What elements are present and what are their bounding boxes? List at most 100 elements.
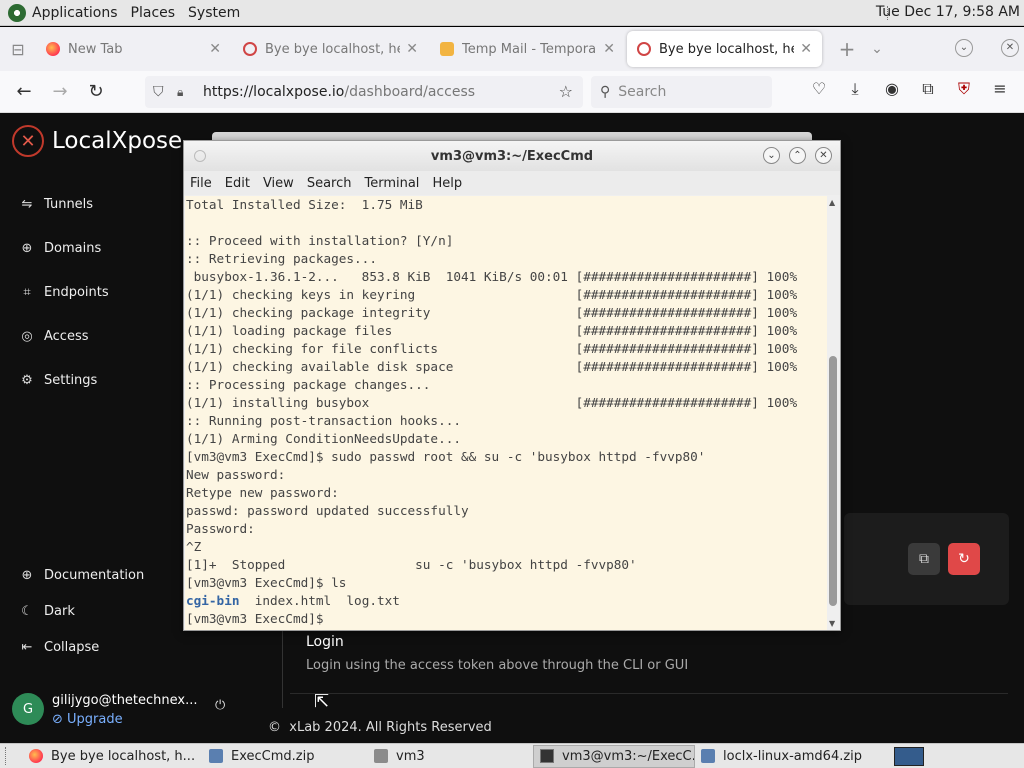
tab-label: Bye bye localhost, hell <box>659 41 795 57</box>
back-icon[interactable]: ← <box>6 81 42 102</box>
brand[interactable]: ✕ LocalXpose <box>12 125 182 157</box>
scroll-thumb[interactable] <box>829 356 837 606</box>
menu-help[interactable]: Help <box>432 176 462 191</box>
search-input[interactable]: ⚲ Search <box>591 76 772 108</box>
top-panel: Applications Places System Tue Dec 17, 9… <box>0 0 1024 26</box>
taskbar-item-label: ExecCmd.zip <box>231 748 315 764</box>
terminal-line: (1/1) checking package integrity [######… <box>186 305 798 320</box>
login-section-title: Login <box>306 634 344 650</box>
menu-edit[interactable]: Edit <box>225 176 250 191</box>
taskbar-item-execcmd-zip[interactable]: ExecCmd.zip <box>203 745 368 768</box>
refresh-icon: ↻ <box>958 551 970 567</box>
terminal-line: :: Running post-transaction hooks... <box>186 413 461 428</box>
sidebar-item-documentation[interactable]: ⊕ Documentation <box>20 568 145 583</box>
sidebar-item-dark[interactable]: ☾ Dark <box>20 604 75 619</box>
url-bar[interactable]: ⛉ 🔒︎ https://localxpose.io/dashboard/acc… <box>145 76 583 108</box>
menu-search[interactable]: Search <box>307 176 352 191</box>
terminal-line: (1/1) loading package files [###########… <box>186 323 798 338</box>
close-tab-icon[interactable]: ✕ <box>406 41 418 57</box>
close-window-icon[interactable]: ✕ <box>1001 39 1019 57</box>
ls-files: index.html log.txt <box>239 593 400 608</box>
shield-icon[interactable]: ⛉ <box>153 84 171 100</box>
distro-logo-icon[interactable] <box>8 3 26 22</box>
workspace-switcher[interactable] <box>894 747 924 766</box>
minimize-window-icon[interactable]: ⌄ <box>955 39 973 57</box>
sidebar-item-domains[interactable]: ⊕ Domains <box>20 241 102 256</box>
minimize-icon[interactable]: ⌄ <box>763 147 780 164</box>
close-icon[interactable]: ✕ <box>815 147 832 164</box>
copy-token-button[interactable]: ⧉ <box>908 543 940 575</box>
ublock-icon[interactable]: ⛨ <box>953 79 975 103</box>
forward-icon[interactable]: → <box>42 81 78 102</box>
taskbar-item-vm3-folder[interactable]: vm3 <box>368 745 533 768</box>
sidebar-item-collapse[interactable]: ⇤ Collapse <box>20 640 100 655</box>
regenerate-token-button[interactable]: ↻ <box>948 543 980 575</box>
navigation-bar: ← → ↻ ⛉ 🔒︎ https://localxpose.io/dashboa… <box>0 71 1024 113</box>
new-tab-icon[interactable]: + <box>832 37 862 61</box>
scroll-down-icon[interactable]: ▼ <box>829 619 835 628</box>
taskbar-item-loclx-zip[interactable]: loclx-linux-amd64.zip <box>695 745 875 768</box>
tab-label: Bye bye localhost, hell <box>265 41 401 57</box>
reload-icon[interactable]: ↻ <box>78 81 114 102</box>
taskbar-item-firefox[interactable]: Bye bye localhost, h... <box>23 745 203 768</box>
list-tabs-icon[interactable]: ⌄ <box>862 41 892 57</box>
user-profile[interactable]: G gilijygo@thetechnex... ⊘ Upgrade <box>12 693 198 727</box>
login-command-box[interactable] <box>290 693 1008 723</box>
maximize-icon[interactable]: ⌃ <box>789 147 806 164</box>
clock[interactable]: Tue Dec 17, 9:58 AM <box>876 4 1020 20</box>
terminal-line: Total Installed Size: 1.75 MiB <box>186 197 423 212</box>
terminal-title: vm3@vm3:~/ExecCmd <box>430 149 594 164</box>
terminal-line: [vm3@vm3 ExecCmd]$ ls <box>186 575 347 590</box>
localxpose-icon <box>243 42 257 56</box>
sidebar-item-settings[interactable]: ⚙ Settings <box>20 373 97 388</box>
gear-icon: ⚙ <box>21 373 33 388</box>
sidebar-item-tunnels[interactable]: ⇋ Tunnels <box>20 197 94 212</box>
taskbar-item-label: vm3@vm3:~/ExecC... <box>562 748 695 764</box>
applications-menu[interactable]: Applications <box>32 5 118 21</box>
terminal-window[interactable]: vm3@vm3:~/ExecCmd ⌄ ⌃ ✕ File Edit View S… <box>183 140 841 631</box>
close-tab-icon[interactable]: ✕ <box>603 41 615 57</box>
tab-localxpose-1[interactable]: Bye bye localhost, hell ✕ <box>233 31 428 67</box>
upgrade-link[interactable]: ⊘ Upgrade <box>52 712 198 727</box>
terminal-line: :: Proceed with installation? [Y/n] <box>186 233 454 248</box>
taskbar-item-label: vm3 <box>396 748 425 764</box>
lock-icon[interactable]: 🔒︎ <box>177 85 195 100</box>
menu-terminal[interactable]: Terminal <box>364 176 419 191</box>
extensions-icon[interactable]: ⧉ <box>917 79 939 103</box>
url-path: /dashboard/access <box>344 84 476 100</box>
scroll-up-icon[interactable]: ▲ <box>829 198 835 207</box>
downloads-icon[interactable]: ⤓ <box>844 79 866 103</box>
account-icon[interactable]: ◉ <box>881 79 903 103</box>
bookmark-star-icon[interactable]: ☆ <box>559 82 573 101</box>
terminal-output[interactable]: Total Installed Size: 1.75 MiB :: Procee… <box>185 196 827 630</box>
places-menu[interactable]: Places <box>131 5 176 21</box>
sidebar-item-label: Documentation <box>44 568 145 583</box>
close-tab-icon[interactable]: ✕ <box>800 41 812 57</box>
system-menu[interactable]: System <box>188 5 240 21</box>
menu-view[interactable]: View <box>263 176 294 191</box>
terminal-line: (1/1) checking for file conflicts [#####… <box>186 341 798 356</box>
terminal-icon <box>540 749 554 763</box>
terminal-titlebar[interactable]: vm3@vm3:~/ExecCmd ⌄ ⌃ ✕ <box>184 141 840 171</box>
footer-text: xLab 2024. All Rights Reserved <box>289 720 492 735</box>
pocket-icon[interactable]: ♡ <box>808 79 830 103</box>
tab-temp-mail[interactable]: Temp Mail - Temporar ✕ <box>430 31 625 67</box>
tab-overview-icon[interactable]: ⊟ <box>0 27 36 71</box>
menu-file[interactable]: File <box>190 176 212 191</box>
logout-icon[interactable]: ⏻ <box>215 698 225 713</box>
terminal-scrollbar[interactable]: ▲ ▼ <box>827 196 840 630</box>
sidebar-item-endpoints[interactable]: ⌗ Endpoints <box>20 285 108 300</box>
folder-icon <box>374 749 388 763</box>
hamburger-menu-icon[interactable]: ≡ <box>989 79 1011 103</box>
tab-new-tab[interactable]: New Tab ✕ <box>36 31 231 67</box>
brand-name: LocalXpose <box>52 128 183 154</box>
footer: © xLab 2024. All Rights Reserved <box>268 720 492 735</box>
close-tab-icon[interactable]: ✕ <box>209 41 221 57</box>
taskbar-item-terminal[interactable]: vm3@vm3:~/ExecC... <box>533 744 695 768</box>
globe-icon: ⊕ <box>21 568 33 583</box>
tab-localxpose-active[interactable]: Bye bye localhost, hell ✕ <box>627 31 822 67</box>
firefox-icon <box>46 42 60 56</box>
sidebar-item-access[interactable]: ◎ Access <box>20 329 88 344</box>
firefox-icon <box>29 749 43 763</box>
globe-icon: ⊕ <box>21 241 33 256</box>
